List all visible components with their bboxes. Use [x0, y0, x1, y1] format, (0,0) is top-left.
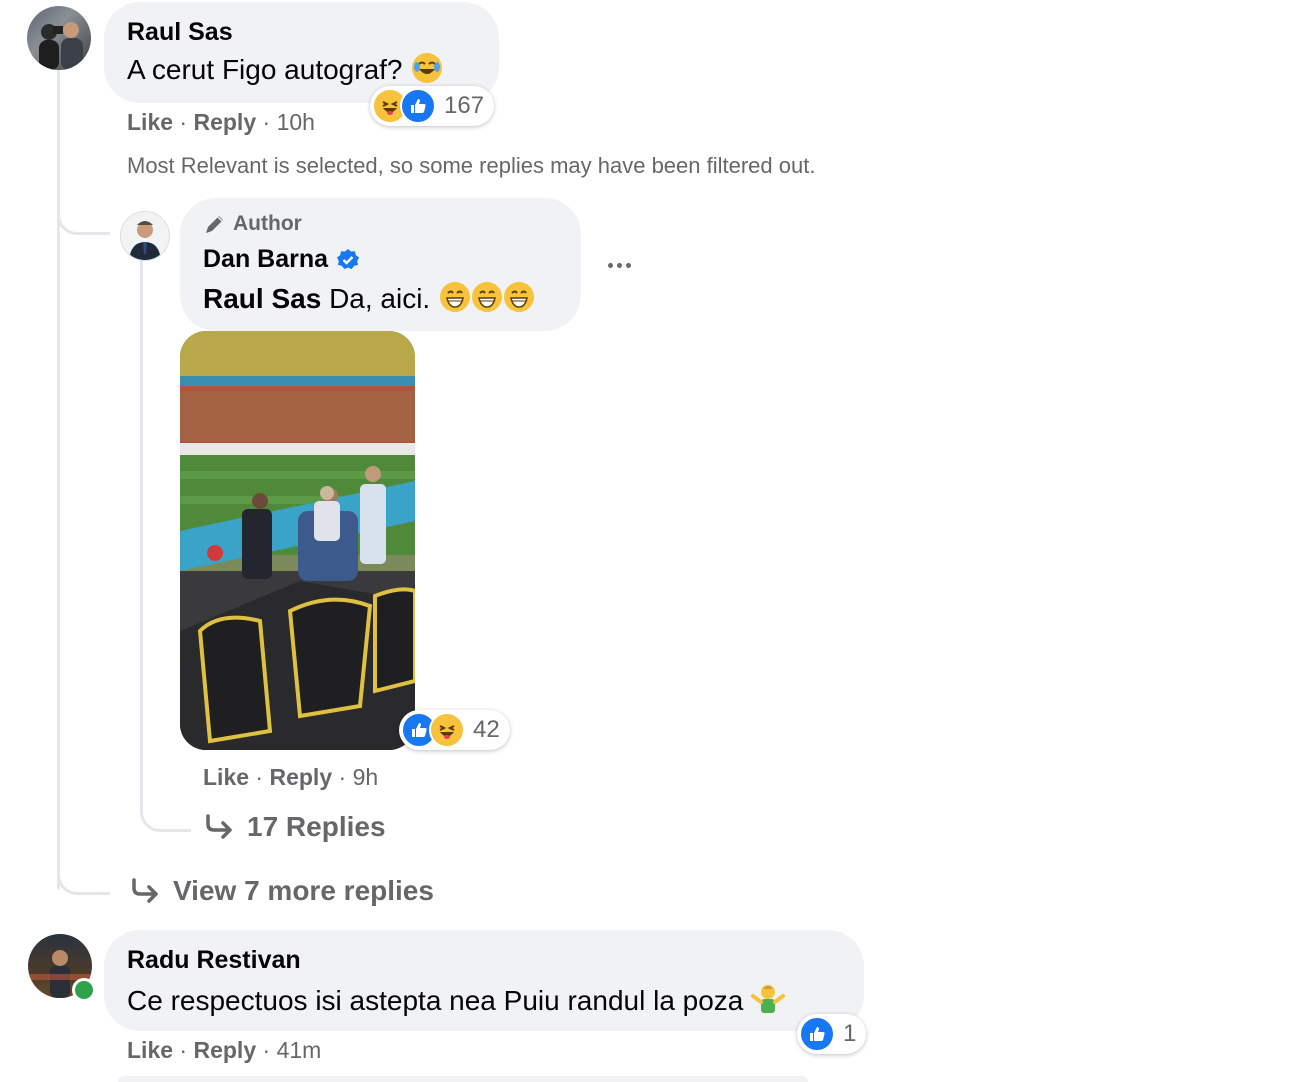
haha-reaction-icon [429, 712, 465, 748]
like-reaction-icon [400, 88, 436, 124]
stadium-photo [180, 331, 415, 750]
reaction-count: 167 [444, 92, 485, 119]
reply-time[interactable]: 9h [353, 764, 379, 790]
comment-author[interactable]: Raul Sas [127, 18, 233, 47]
tears-of-joy-emoji [412, 53, 443, 83]
grinning-emoji [440, 282, 470, 312]
shrug-emoji [751, 982, 786, 1023]
more-options-icon[interactable] [602, 250, 636, 280]
comment-actions: Like · Reply · 41m [127, 1037, 321, 1064]
comment-time[interactable]: 41m [277, 1037, 322, 1063]
separator: · [179, 1037, 194, 1063]
like-button[interactable]: Like [127, 109, 173, 135]
like-reaction-icon [799, 1016, 835, 1052]
next-comment-edge [118, 1076, 808, 1082]
like-button[interactable]: Like [127, 1037, 173, 1063]
reply-text: Raul Sas Da, aici. [203, 282, 534, 315]
reply-thread-line [140, 255, 143, 800]
thread-line [57, 70, 60, 890]
thread-branch-2 [57, 860, 110, 895]
reply-button[interactable]: Reply [193, 109, 256, 135]
separator: · [262, 109, 277, 135]
reply-branch [140, 795, 191, 832]
separator: · [179, 109, 194, 135]
avatar-raul-sas[interactable] [27, 6, 91, 70]
separator: · [255, 764, 270, 790]
author-badge-label: Author [233, 212, 302, 235]
reply-button[interactable]: Reply [193, 1037, 256, 1063]
grinning-emoji [504, 282, 534, 312]
reaction-summary[interactable]: 167 [370, 86, 495, 126]
comment-actions: Like · Reply · 10h [127, 109, 315, 136]
filter-notice: Most Relevant is selected, so some repli… [127, 153, 816, 178]
online-status-dot [72, 978, 96, 1002]
reaction-summary[interactable]: 1 [797, 1014, 867, 1054]
verified-icon [337, 248, 360, 269]
reaction-count: 42 [473, 716, 500, 743]
avatar-dan-barna[interactable] [120, 211, 170, 261]
reply-mention[interactable]: Raul Sas [203, 283, 321, 314]
view-more-label[interactable]: View 7 more replies [173, 875, 434, 907]
comment-author[interactable]: Radu Restivan [127, 946, 301, 975]
avatar-photo [39, 22, 83, 70]
reply-arrow-icon [132, 878, 158, 903]
comment-text: Ce respectuos isi astepta nea Puiu randu… [127, 982, 786, 1023]
separator: · [262, 1037, 277, 1063]
comment-time[interactable]: 10h [277, 109, 315, 135]
thread-branch-1 [57, 200, 110, 235]
reply-arrow-icon [206, 814, 232, 839]
reply-button[interactable]: Reply [269, 764, 332, 790]
view-more-replies[interactable]: View 7 more replies [131, 875, 434, 907]
like-button[interactable]: Like [203, 764, 249, 790]
replies-link-label[interactable]: 17 Replies [247, 811, 386, 843]
comment-text: A cerut Figo autograf? [127, 53, 443, 86]
author-badge: Author [203, 212, 302, 236]
replies-link[interactable]: 17 Replies [205, 811, 386, 843]
reaction-summary[interactable]: 42 [399, 710, 510, 750]
reply-actions: Like · Reply · 9h [203, 764, 378, 791]
separator: · [338, 764, 353, 790]
reply-text-body: Da, aici. [329, 283, 431, 314]
reply-author[interactable]: Dan Barna [203, 245, 360, 274]
avatar-photo [121, 212, 169, 260]
comment-text-body: Ce respectuos isi astepta nea Puiu randu… [127, 985, 744, 1016]
grinning-emoji [472, 282, 502, 312]
reaction-count: 1 [843, 1020, 857, 1047]
reply-author-name[interactable]: Dan Barna [203, 245, 328, 274]
reply-photo[interactable] [180, 331, 415, 750]
comment-text-body: A cerut Figo autograf? [127, 54, 403, 85]
author-pen-icon [206, 216, 223, 233]
